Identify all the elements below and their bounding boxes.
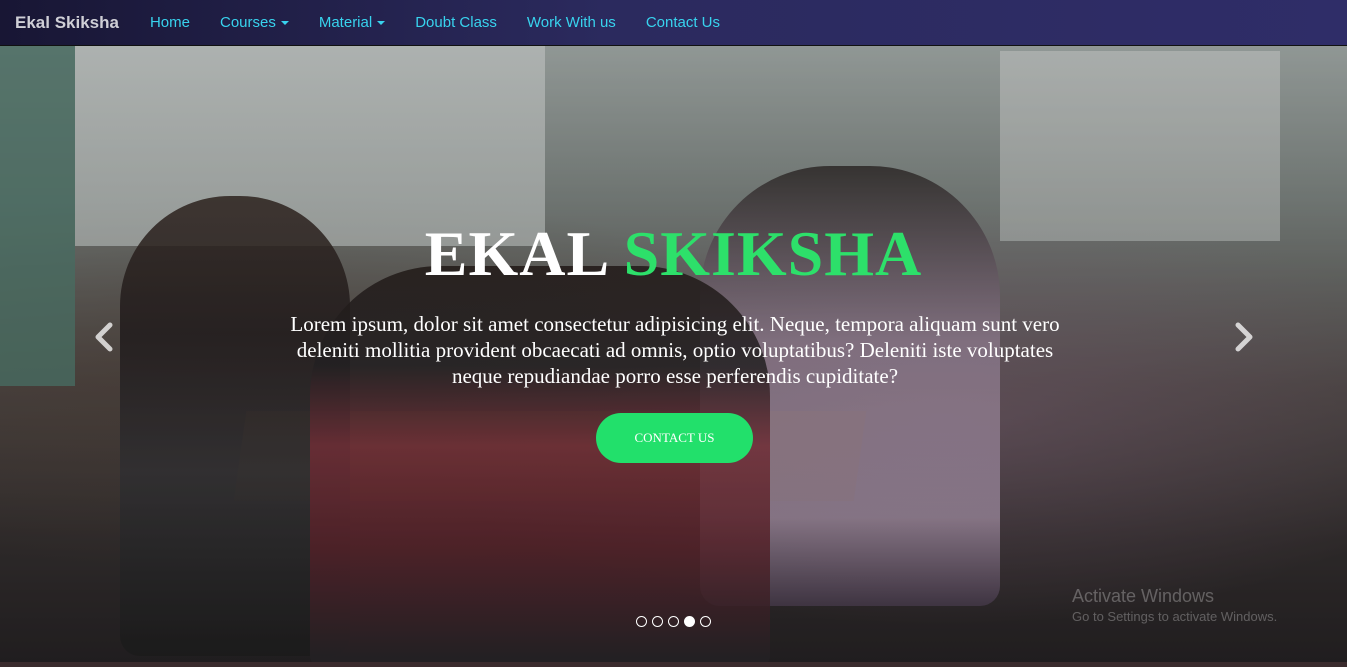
nav-home-label: Home	[149, 13, 190, 31]
watermark-line1: Activate Windows	[1072, 586, 1215, 606]
chevron-left-icon	[95, 322, 113, 352]
carousel-indicator-dot[interactable]	[700, 616, 711, 627]
hero-description: Lorem ipsum, dolor sit amet consectetur …	[290, 312, 1060, 388]
watermark-line2: Go to Settings to activate Windows.	[1072, 609, 1278, 624]
nav-contact-us[interactable]: Contact Us	[631, 0, 735, 46]
contact-us-button[interactable]: CONTACT US	[596, 413, 753, 463]
hero-title-part2: SKIKSHA	[623, 218, 923, 289]
caret-down-icon	[280, 20, 289, 25]
carousel-indicator-dot[interactable]	[652, 616, 663, 627]
windows-activation-watermark: Activate Windows Go to Settings to activ…	[1072, 584, 1277, 626]
carousel-indicator-dot[interactable]	[684, 616, 695, 627]
chevron-right-icon	[1235, 322, 1253, 352]
carousel-next-button[interactable]	[1232, 322, 1256, 352]
carousel-indicator-dot[interactable]	[668, 616, 679, 627]
brand-logo[interactable]: Ekal Skiksha	[15, 13, 119, 33]
page-bottom-edge	[0, 662, 1347, 667]
nav-doubt-class-label: Doubt Class	[415, 13, 497, 31]
carousel-prev-button[interactable]	[92, 322, 116, 352]
nav-material-dropdown[interactable]: Material	[304, 0, 400, 46]
page-right-margin	[1347, 0, 1365, 667]
hero-carousel: EKAL SKIKSHA Lorem ipsum, dolor sit amet…	[0, 46, 1347, 662]
carousel-indicator-dot[interactable]	[636, 616, 647, 627]
nav-home[interactable]: Home	[135, 0, 205, 46]
nav-courses-dropdown[interactable]: Courses	[205, 0, 304, 46]
navbar: Ekal Skiksha Home Courses Material Doubt…	[0, 0, 1347, 46]
nav-doubt-class[interactable]: Doubt Class	[400, 0, 512, 46]
nav-courses-label: Courses	[219, 13, 276, 31]
nav-work-with-us[interactable]: Work With us	[512, 0, 631, 46]
nav-work-with-us-label: Work With us	[526, 13, 616, 31]
nav-contact-us-label: Contact Us	[645, 13, 721, 31]
hero-title-part1: EKAL	[424, 218, 607, 289]
hero-title: EKAL SKIKSHA	[0, 214, 1347, 294]
nav-material-label: Material	[318, 13, 373, 31]
carousel-indicators	[636, 616, 711, 627]
caret-down-icon	[377, 20, 386, 25]
